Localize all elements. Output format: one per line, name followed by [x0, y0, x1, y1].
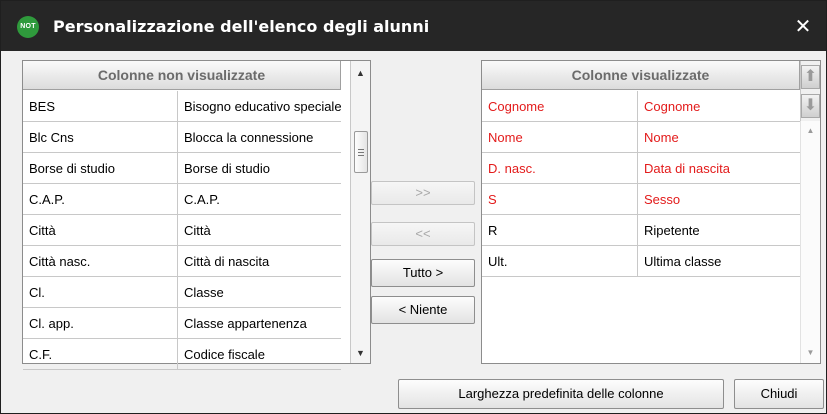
hidden-column-code-cell: Blc Cns [23, 122, 178, 153]
table-row[interactable]: Borse di studio Borse di studio [23, 153, 341, 184]
hidden-column-label-cell: Codice fiscale [184, 347, 265, 362]
add-selected-button[interactable]: >> [371, 181, 475, 205]
app-badge-icon: NOT [17, 16, 39, 38]
visible-column-label-cell: Ripetente [644, 223, 700, 238]
scroll-up-arrow-icon[interactable]: ▲ [351, 63, 370, 83]
grip-line [358, 149, 364, 150]
table-row[interactable]: Nome Nome [482, 122, 800, 153]
table-row[interactable]: Cognome Cognome [482, 91, 800, 122]
visible-columns-grid: Colonne visualizzate Cognome Cognome Nome N… [481, 60, 821, 364]
remove-all-button[interactable]: < Niente [371, 296, 475, 324]
hidden-column-code-cell: Città nasc. [23, 246, 178, 277]
table-row[interactable]: Cl. app. Classe appartenenza [23, 308, 341, 339]
hidden-column-code-cell: Cl. app. [23, 308, 178, 339]
visible-columns-scrollbar[interactable]: ▲ ▼ [800, 121, 820, 363]
hidden-column-label-cell: Bisogno educativo speciale [184, 99, 341, 114]
add-all-button[interactable]: Tutto > [371, 259, 475, 287]
table-row[interactable]: R Ripetente [482, 215, 800, 246]
hidden-column-code-cell: C.A.P. [23, 184, 178, 215]
table-row[interactable]: S Sesso [482, 184, 800, 215]
scroll-down-arrow-icon[interactable]: ▼ [801, 345, 820, 361]
visible-columns-sidebar: ⬆ ⬇ ▲ ▼ [800, 61, 820, 363]
hidden-column-label-cell: Blocca la connessione [184, 130, 314, 145]
table-row[interactable]: Città Città [23, 215, 341, 246]
visible-column-code-cell: Ult. [482, 246, 638, 277]
visible-column-label-cell: Ultima classe [644, 254, 722, 269]
hidden-column-label-cell: Città di nascita [184, 254, 270, 269]
visible-column-label-cell: Nome [644, 130, 679, 145]
remove-selected-button[interactable]: << [371, 222, 475, 246]
visible-columns-list: Cognome Cognome Nome Nome D. nasc. Data di na… [482, 91, 800, 277]
visible-column-code-cell: R [482, 215, 638, 246]
default-column-width-button[interactable]: Larghezza predefinita delle colonne [398, 379, 724, 409]
scrollbar-thumb[interactable] [354, 131, 368, 173]
visible-column-label-cell: Cognome [644, 99, 701, 114]
visible-columns-header: Colonne visualizzate [482, 61, 800, 90]
table-row[interactable]: C.F. Codice fiscale [23, 339, 341, 370]
hidden-column-label-cell: Città [184, 223, 211, 238]
table-row[interactable]: D. nasc. Data di nascita [482, 153, 800, 184]
hidden-column-label-cell: C.A.P. [184, 192, 220, 207]
table-row[interactable]: Città nasc. Città di nascita [23, 246, 341, 277]
table-row[interactable]: Cl. Classe [23, 277, 341, 308]
hidden-columns-scrollbar[interactable]: ▲ ▼ [350, 61, 370, 363]
hidden-column-label-cell: Borse di studio [184, 161, 270, 176]
visible-column-code-cell: Cognome [482, 91, 638, 122]
visible-column-code-cell: S [482, 184, 638, 215]
hidden-column-label-cell: Classe [184, 285, 224, 300]
scroll-up-arrow-icon[interactable]: ▲ [801, 123, 820, 139]
hidden-columns-list: BES Bisogno educativo speciale Blc Cns Bloc… [23, 91, 341, 370]
title-bar[interactable]: NOT Personalizzazione dell'elenco degli … [1, 1, 826, 51]
visible-column-code-cell: D. nasc. [482, 153, 638, 184]
move-up-arrow-icon[interactable]: ⬆ [801, 65, 820, 89]
hidden-columns-header: Colonne non visualizzate [23, 61, 341, 90]
scroll-down-arrow-icon[interactable]: ▼ [351, 343, 370, 363]
grip-line [358, 152, 364, 153]
dialog-body: Colonne non visualizzate BES Bisogno educ… [7, 59, 824, 409]
move-down-arrow-icon[interactable]: ⬇ [801, 94, 820, 118]
grip-line [358, 155, 364, 156]
hidden-column-label-cell: Classe appartenenza [184, 316, 307, 331]
table-row[interactable]: Blc Cns Blocca la connessione [23, 122, 341, 153]
close-button[interactable]: Chiudi [734, 379, 824, 409]
dialog-window: NOT Personalizzazione dell'elenco degli … [0, 0, 827, 414]
hidden-column-code-cell: BES [23, 91, 178, 122]
hidden-columns-grid: Colonne non visualizzate BES Bisogno educ… [22, 60, 371, 370]
table-row[interactable]: C.A.P. C.A.P. [23, 184, 341, 215]
visible-column-code-cell: Nome [482, 122, 638, 153]
table-row[interactable]: BES Bisogno educativo speciale [23, 91, 341, 122]
hidden-column-code-cell: Città [23, 215, 178, 246]
hidden-column-code-cell: C.F. [23, 339, 178, 370]
hidden-column-code-cell: Cl. [23, 277, 178, 308]
close-icon[interactable]: ✕ [790, 13, 816, 39]
visible-column-label-cell: Data di nascita [644, 161, 730, 176]
table-row[interactable]: Ult. Ultima classe [482, 246, 800, 277]
visible-column-label-cell: Sesso [644, 192, 681, 207]
dialog-title: Personalizzazione dell'elenco degli alun… [53, 17, 430, 36]
hidden-column-code-cell: Borse di studio [23, 153, 178, 184]
